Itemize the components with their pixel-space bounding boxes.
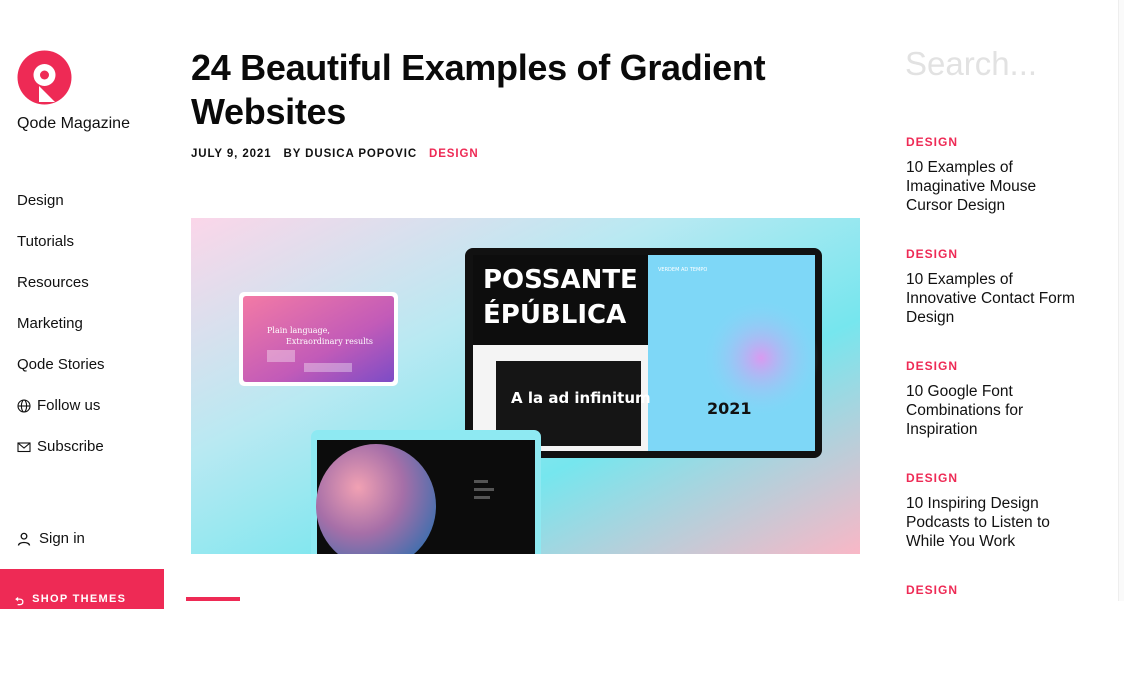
list-item: DESIGN 10 Examples of Innovative Contact… xyxy=(906,247,1081,359)
shop-themes-button[interactable]: ⮌ SHOP THEMES xyxy=(0,569,164,609)
post-category-link[interactable]: DESIGN xyxy=(906,583,1081,597)
arrow-left-icon: ⮌ xyxy=(15,596,26,608)
nav-item-design[interactable]: Design xyxy=(17,180,105,221)
post-title-link[interactable]: 10 Inspiring Design Podcasts to Listen t… xyxy=(906,494,1081,551)
list-item: DESIGN 10 Inspiring Design Podcasts to L… xyxy=(906,471,1081,583)
qode-logo-icon[interactable] xyxy=(17,50,72,105)
list-item: DESIGN xyxy=(906,583,1081,695)
divider-accent xyxy=(186,597,240,601)
article-category-link[interactable]: DESIGN xyxy=(429,148,479,160)
brand-name[interactable]: Qode Magazine xyxy=(17,115,130,133)
nav-item-label: Tutorials xyxy=(17,233,74,250)
list-item: DESIGN 10 Examples of Imaginative Mouse … xyxy=(906,135,1081,247)
nav-item-label: Marketing xyxy=(17,315,83,332)
user-icon xyxy=(17,532,31,546)
nav-item-label: Design xyxy=(17,192,64,209)
post-title-link[interactable]: 10 Google Font Combinations for Inspirat… xyxy=(906,382,1081,439)
svg-text:Plain language,: Plain language, xyxy=(267,326,330,335)
svg-text:ÉPÚBLICA: ÉPÚBLICA xyxy=(483,298,626,330)
post-category-link[interactable]: DESIGN xyxy=(906,247,1081,261)
svg-text:Extraordinary results: Extraordinary results xyxy=(286,337,373,346)
svg-text:2021: 2021 xyxy=(707,399,752,418)
article-author[interactable]: BY DUSICA POPOVIC xyxy=(284,148,418,160)
article-date: JULY 9, 2021 xyxy=(191,148,272,160)
globe-icon xyxy=(17,398,31,413)
left-sidebar: Qode Magazine Design Tutorials Resources… xyxy=(0,0,170,609)
sign-in-link[interactable]: Sign in xyxy=(17,530,85,547)
svg-text:POSSANTE: POSSANTE xyxy=(483,265,638,295)
nav-item-follow-us[interactable]: Follow us xyxy=(17,385,105,426)
main-nav: Design Tutorials Resources Marketing Qod… xyxy=(17,180,105,467)
sidebar-posts: DESIGN 10 Examples of Imaginative Mouse … xyxy=(906,135,1081,695)
svg-text:VERDEM AD TEMPO: VERDEM AD TEMPO xyxy=(658,267,707,273)
list-item: DESIGN 10 Google Font Combinations for I… xyxy=(906,359,1081,471)
search-input[interactable] xyxy=(905,42,1095,86)
nav-item-resources[interactable]: Resources xyxy=(17,262,105,303)
post-category-link[interactable]: DESIGN xyxy=(906,359,1081,373)
nav-item-marketing[interactable]: Marketing xyxy=(17,303,105,344)
nav-item-label: Qode Stories xyxy=(17,356,105,373)
envelope-icon xyxy=(17,440,31,454)
nav-item-label: Follow us xyxy=(37,397,101,414)
nav-item-tutorials[interactable]: Tutorials xyxy=(17,221,105,262)
sign-in-label: Sign in xyxy=(39,530,85,547)
nav-item-label: Subscribe xyxy=(37,438,104,455)
article-meta: JULY 9, 2021 BY DUSICA POPOVIC DESIGN xyxy=(191,148,479,160)
nav-item-subscribe[interactable]: Subscribe xyxy=(17,426,105,467)
post-title-link[interactable]: 10 Examples of Imaginative Mouse Cursor … xyxy=(906,158,1081,215)
post-category-link[interactable]: DESIGN xyxy=(906,135,1081,149)
post-category-link[interactable]: DESIGN xyxy=(906,471,1081,485)
page-title: 24 Beautiful Examples of Gradient Websit… xyxy=(191,47,766,132)
nav-item-qode-stories[interactable]: Qode Stories xyxy=(17,344,105,385)
nav-item-label: Resources xyxy=(17,274,89,291)
shop-themes-label: SHOP THEMES xyxy=(32,593,127,605)
svg-text:A la ad infinitum: A la ad infinitum xyxy=(511,389,651,407)
hero-image[interactable]: Plain language, Extraordinary results PO… xyxy=(191,218,860,554)
scrollbar[interactable] xyxy=(1118,0,1124,601)
post-title-link[interactable]: 10 Examples of Innovative Contact Form D… xyxy=(906,270,1081,327)
